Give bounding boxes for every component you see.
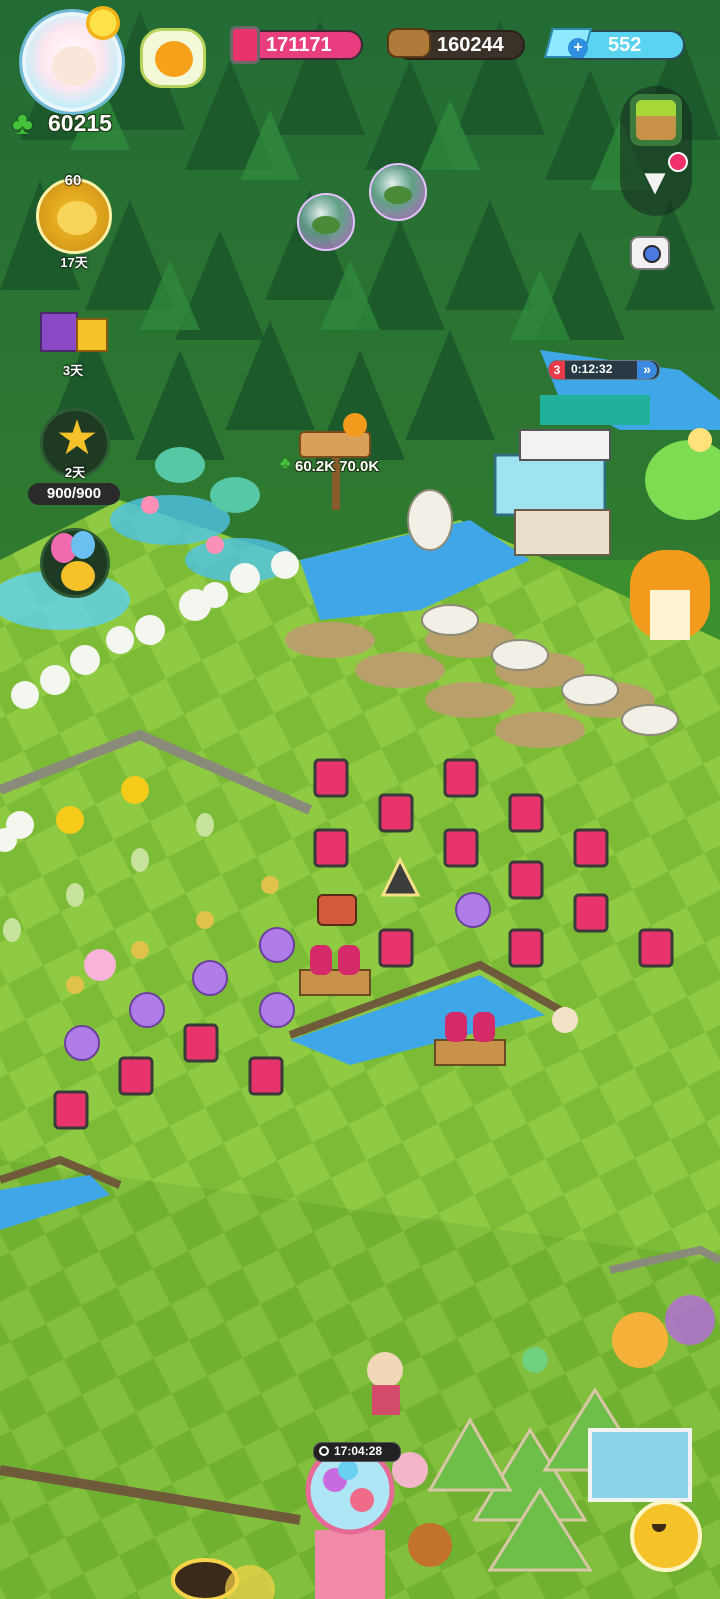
camera-button[interactable] [630, 236, 670, 270]
gem-count: 552 [608, 34, 642, 56]
star-icon: ★ [55, 412, 99, 465]
gacha-timer-pill: 17:04:28 [313, 1442, 401, 1462]
duck-helper-button[interactable] [630, 1500, 702, 1572]
shop-stall-button[interactable] [630, 94, 682, 146]
wood-count: 160244 [437, 34, 504, 56]
wood-currency-pill[interactable]: 160244 [387, 28, 525, 60]
level-badge: 60 [64, 172, 82, 189]
clover-count: 60215 [48, 110, 112, 136]
camera-icon [643, 245, 661, 263]
duck-eye-icon [652, 1524, 666, 1532]
clover-icon: ♣ [12, 105, 33, 141]
shop-stall-icon [636, 100, 676, 140]
gem-currency-pill[interactable]: + 552 [543, 28, 685, 60]
star-progress: 900/900 [28, 483, 120, 505]
collapse-arrow-button[interactable]: ▼ [625, 162, 685, 202]
event-timer-bar[interactable]: 3 0:12:32 » [548, 360, 660, 380]
jam-count: 171171 [266, 34, 332, 56]
star-days: 2天 [64, 465, 86, 480]
golden-item-days: 17天 [60, 255, 88, 270]
gift-box-button[interactable] [40, 300, 110, 360]
chick-icon [155, 41, 193, 77]
signpost-value: 60.2K 70.0K [295, 458, 380, 475]
event-timer: 0:12:32 [571, 362, 613, 376]
clock-icon [319, 1446, 329, 1456]
jam-currency-pill[interactable]: 171171 [230, 26, 363, 64]
sun-icon [86, 6, 120, 40]
gift-days: 3天 [62, 363, 84, 378]
gift-box-icon [40, 312, 78, 352]
event-count: 3 [549, 361, 565, 379]
golden-duck-button[interactable] [36, 178, 112, 254]
fast-forward-button[interactable]: » [637, 361, 657, 379]
golden-duck-icon [57, 201, 97, 235]
game-world[interactable] [0, 0, 720, 1599]
log-icon [387, 28, 431, 58]
balloon-event-button[interactable] [40, 528, 110, 598]
pet-chat-button[interactable] [140, 28, 206, 88]
chick-icon [61, 561, 95, 591]
avatar-face [52, 46, 96, 86]
gem-add-button[interactable]: + [568, 38, 588, 58]
gacha-timer: 17:04:28 [334, 1444, 383, 1458]
jam-jar-icon [230, 26, 260, 64]
player-avatar[interactable] [22, 6, 122, 112]
signpost-clover-icon: ♣ [280, 455, 291, 472]
